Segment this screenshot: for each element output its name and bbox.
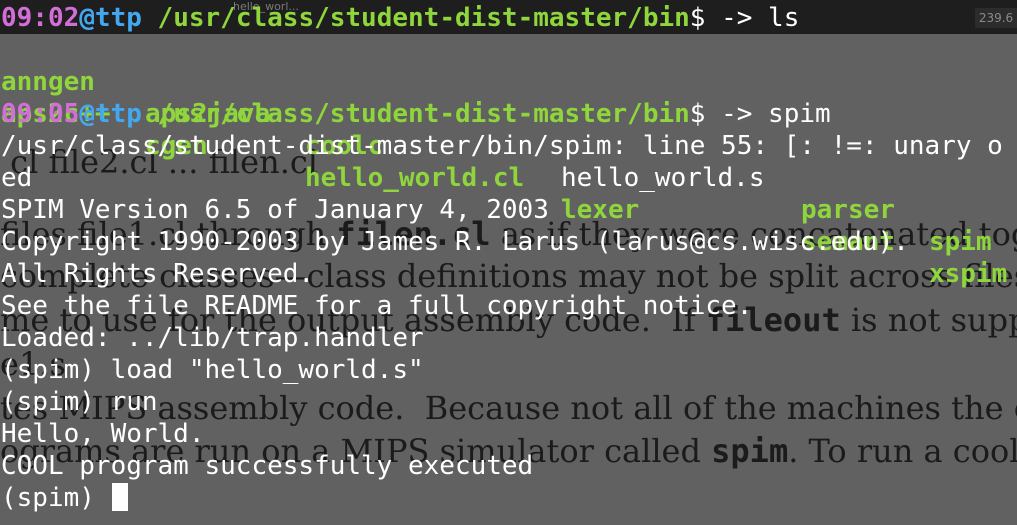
- output-line: Loaded: ../lib/trap.handler: [1, 323, 424, 353]
- ls-entry: lexer: [561, 195, 640, 225]
- prompt-time: 09:02: [1, 3, 80, 33]
- text-cursor: [112, 483, 128, 511]
- output-line: SPIM Version 6.5 of January 4, 2003: [1, 195, 549, 225]
- output-line: (spim) load "hello_world.s": [1, 355, 424, 385]
- prompt-line: 09:05@ttp /usr/class/student-dist-master…: [1, 98, 831, 130]
- output-line: /usr/class/student-dist-master/bin/spim:…: [1, 131, 1003, 161]
- ls-output-row: anngen aps2java coolc hello_world.s pars…: [1, 34, 1017, 257]
- prompt-path: /usr/class/student-dist-master/bin: [141, 3, 690, 33]
- prompt-command: $ -> ls: [689, 3, 800, 33]
- ls-entry: hello_world.cl: [305, 163, 525, 193]
- prompt-user: @ttp: [79, 3, 142, 33]
- ls-entry: xspim: [929, 259, 1008, 289]
- ls-output-row: aps2c++ cgen hello_world.cl lexer semant…: [1, 66, 1017, 289]
- output-line: Hello, World.: [1, 419, 205, 449]
- prompt-user: @ttp: [79, 99, 142, 129]
- output-line: (spim) run: [1, 387, 158, 417]
- output-line: ed: [1, 163, 33, 193]
- prompt-time: 09:05: [1, 99, 80, 129]
- ls-entry: parser: [801, 195, 895, 225]
- ls-entry: spim: [929, 227, 992, 257]
- terminal-window[interactable]: cl file2.cl ... filen.cl files file1.cl …: [0, 0, 1017, 525]
- prompt-line: 09:02@ttp /usr/class/student-dist-master…: [1, 2, 799, 34]
- output-line: See the file README for a full copyright…: [1, 291, 753, 321]
- prompt-command: $ -> spim: [689, 99, 831, 129]
- output-line: All Rights Reserved.: [1, 259, 315, 289]
- prompt-path: /usr/class/student-dist-master/bin: [141, 99, 690, 129]
- ls-entry: hello_world.s: [561, 163, 765, 193]
- output-line: Copyright 1990-2003 by James R. Larus (l…: [1, 227, 909, 257]
- spim-prompt[interactable]: (spim): [1, 482, 111, 514]
- output-line: COOL program successfully executed: [1, 451, 534, 481]
- terminal-output[interactable]: 09:02@ttp /usr/class/student-dist-master…: [0, 0, 1017, 525]
